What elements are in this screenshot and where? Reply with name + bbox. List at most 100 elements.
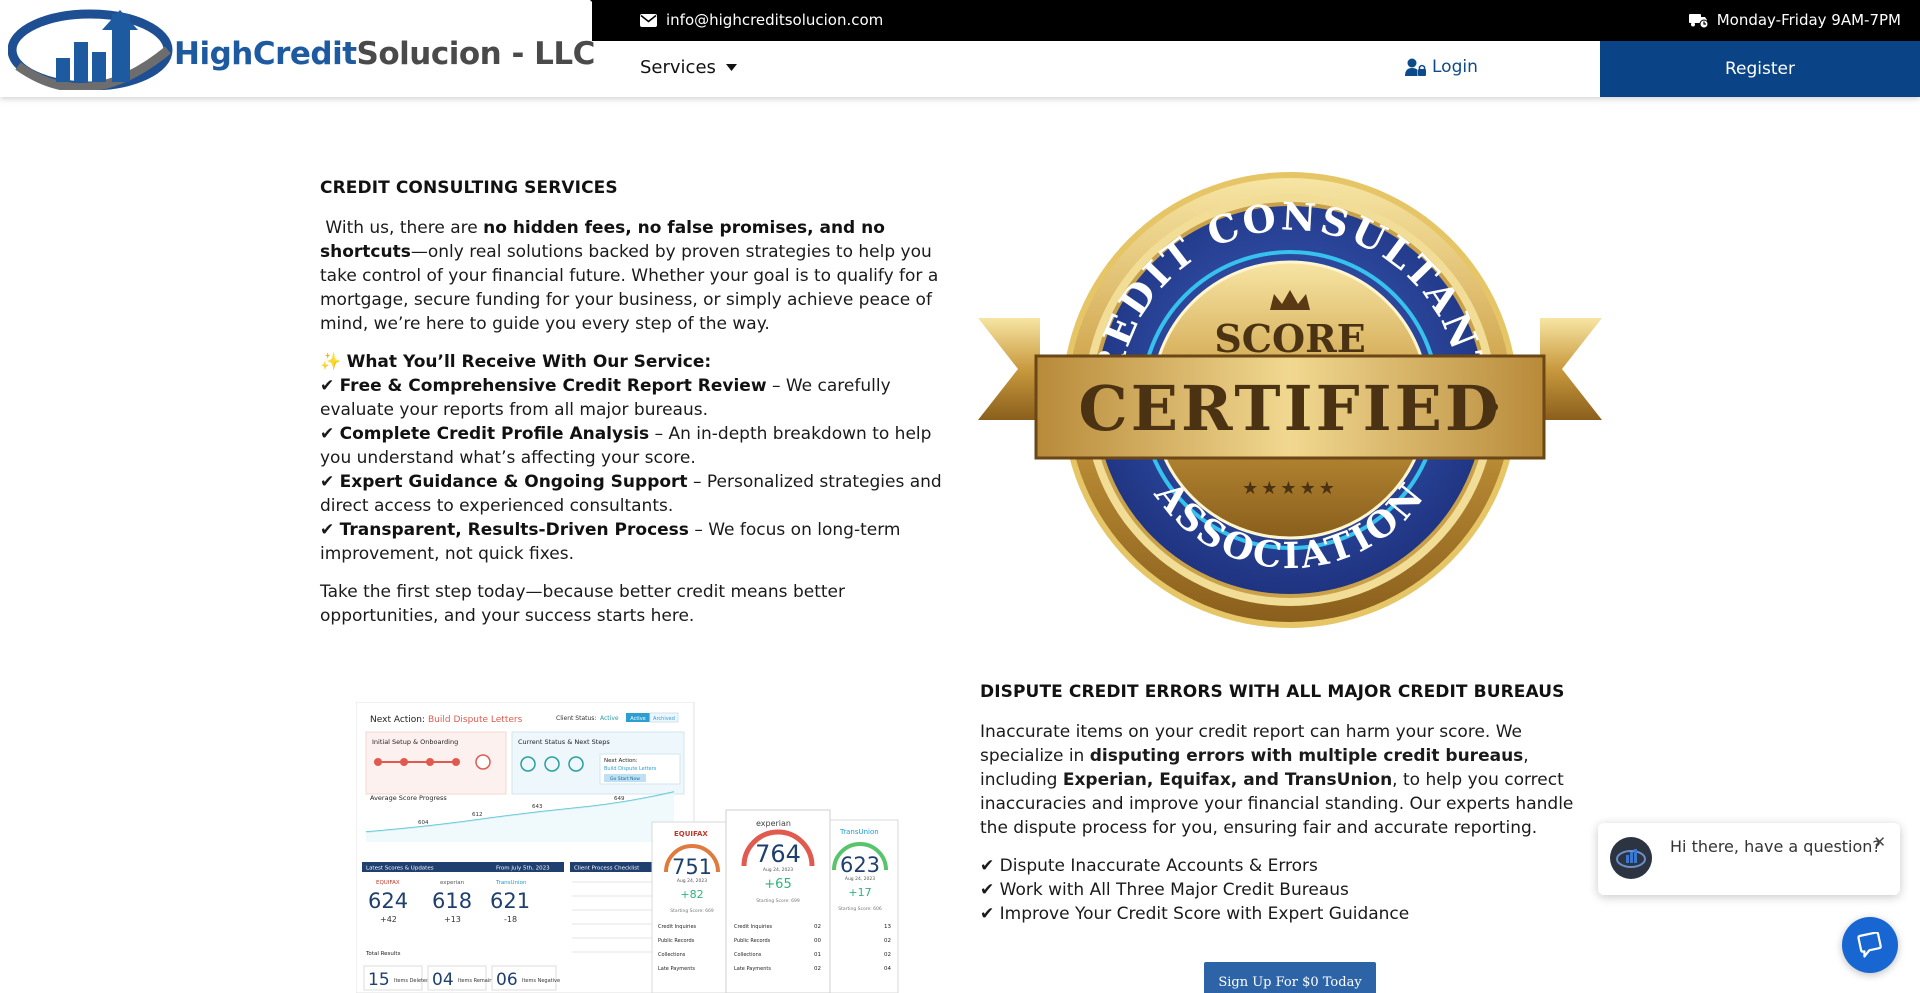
logo-wordmark: HighCreditSolucion - LLC: [174, 36, 595, 72]
chat-launcher-button[interactable]: [1842, 917, 1898, 973]
card-bureau: experian: [756, 819, 791, 828]
dash-small-bureau: experian: [440, 880, 465, 886]
card-row-label: Public Records: [658, 938, 695, 944]
dash-small-score: 621: [490, 889, 530, 913]
nav-services-dropdown[interactable]: Services: [640, 57, 737, 78]
card-delta: +82: [680, 888, 703, 901]
dash-chart-point: 612: [472, 812, 483, 818]
receive-heading: What You’ll Receive With Our Service:: [346, 352, 712, 372]
bureau-card: TransUnion 623 Aug 24, 2023 +17 Starting…: [825, 819, 899, 993]
card-row-value: 02: [814, 966, 821, 972]
receive-item: ✔ Free & Comprehensive Credit Report Rev…: [320, 374, 942, 422]
business-hours: Monday-Friday 9AM-7PM: [1688, 10, 1901, 30]
contact-email-text[interactable]: info@highcreditsolucion.com: [666, 11, 883, 29]
receive-item-title: Complete Credit Profile Analysis: [339, 424, 650, 444]
sign-up-button[interactable]: Sign Up For $0 Today: [1204, 962, 1376, 993]
dash-start-now: Go Start Now: [610, 776, 640, 782]
dispute-description: Inaccurate items on your credit report c…: [980, 720, 1602, 840]
contact-email[interactable]: info@highcreditsolucion.com: [640, 10, 883, 30]
card-row-label: Public Records: [734, 938, 771, 944]
card-score: 623: [840, 853, 880, 877]
dash-result-num: 15: [368, 970, 390, 990]
checkmark-icon: ✔: [320, 424, 335, 444]
checkmark-icon: ✔: [980, 856, 995, 876]
consulting-intro: With us, there are no hidden fees, no fa…: [320, 216, 942, 336]
dash-next-action-value: Build Dispute Letters: [428, 715, 523, 725]
dash-client-status-label: Client Status:: [556, 715, 596, 722]
card-row-label: Credit Inquiries: [734, 924, 773, 930]
consulting-title: CREDIT CONSULTING SERVICES: [320, 178, 618, 198]
card-row-value: 02: [884, 938, 891, 944]
dash-next-action-box-label: Next Action:: [604, 758, 638, 764]
nav-services-label[interactable]: Services: [640, 57, 716, 78]
card-row-value: 04: [884, 966, 891, 972]
badge-certified-text: CERTIFIED: [1078, 372, 1501, 445]
checkmark-icon: ✔: [320, 520, 335, 540]
receive-item: ✔ Transparent, Results-Driven Process – …: [320, 518, 942, 566]
receive-item-title: Transparent, Results-Driven Process: [339, 520, 689, 540]
caret-down-icon[interactable]: [725, 64, 737, 71]
logo-name-part1: HighCredit: [174, 36, 357, 72]
dash-total-results: Total Results: [365, 951, 401, 957]
dash-steps-title: Current Status & Next Steps: [518, 738, 610, 746]
dispute-bullets: ✔ Dispute Inaccurate Accounts & Errors ✔…: [980, 854, 1602, 926]
card-score: 751: [672, 855, 712, 879]
login-label[interactable]: Login: [1432, 57, 1478, 77]
dash-toggle-archived: Archived: [653, 716, 675, 722]
receive-list: ✨ What You’ll Receive With Our Service: …: [320, 350, 942, 566]
login-link[interactable]: Login: [1405, 57, 1478, 77]
dispute-bullet: ✔ Work with All Three Major Credit Burea…: [980, 878, 1602, 902]
card-bureau: TransUnion: [839, 828, 879, 836]
ribbon-left-tail: [978, 318, 1040, 420]
dash-avg-score-title: Average Score Progress: [370, 794, 447, 802]
consulting-section: CREDIT CONSULTING SERVICES With us, ther…: [320, 176, 942, 642]
dispute-bullet-text: Dispute Inaccurate Accounts & Errors: [999, 856, 1318, 876]
dash-result-label: Items Remain: [458, 978, 492, 984]
chat-greeting-text: Hi there, have a question?: [1670, 837, 1881, 856]
chat-icon: [1857, 932, 1882, 958]
badge-stars: ★★★★★: [1242, 478, 1338, 499]
dash-setup-title: Initial Setup & Onboarding: [372, 738, 458, 746]
dash-next-action-label: Next Action:: [370, 715, 425, 725]
checkmark-icon: ✔: [980, 880, 995, 900]
business-hours-text: Monday-Friday 9AM-7PM: [1716, 11, 1901, 29]
card-starting: Starting Score: 699: [756, 898, 800, 904]
card-row-label: Late Payments: [658, 966, 695, 972]
register-button[interactable]: Register: [1600, 41, 1920, 97]
dash-result-num: 04: [432, 970, 454, 990]
card-row-label: Late Payments: [734, 966, 771, 972]
dash-chart-point: 643: [532, 804, 543, 810]
consulting-closing: Take the first step today—because better…: [320, 582, 845, 626]
checkmark-icon: ✔: [320, 376, 335, 396]
card-row-value: 00: [814, 938, 821, 944]
receive-item: ✔ Complete Credit Profile Analysis – An …: [320, 422, 942, 470]
dispute-desc-bold2: Experian, Equifax, and TransUnion: [1062, 770, 1393, 790]
receive-item: ✔ Expert Guidance & Ongoing Support – Pe…: [320, 470, 942, 518]
dash-next-action-box-value: Build Dispute Letters: [604, 766, 657, 772]
dash-small-delta: +42: [380, 915, 397, 924]
site-logo[interactable]: HighCreditSolucion - LLC: [8, 6, 608, 90]
card-starting: Starting Score: 669: [670, 908, 714, 914]
card-score: 764: [755, 840, 801, 868]
agent-logo-icon: [1616, 849, 1646, 868]
dispute-title: DISPUTE CREDIT ERRORS WITH ALL MAJOR CRE…: [980, 682, 1565, 702]
sparkles-icon: ✨: [320, 352, 342, 372]
dashboard-preview-image: Next Action: Build Dispute Letters Clien…: [356, 702, 899, 993]
dispute-bullet: ✔ Dispute Inaccurate Accounts & Errors: [980, 854, 1602, 878]
card-row-value: 13: [884, 924, 891, 930]
dash-small-bureau: EQUIFAX: [376, 880, 400, 886]
card-row-value: 01: [814, 952, 821, 958]
dash-chart-point: 649: [614, 796, 625, 802]
chat-greeting-bubble[interactable]: Hi there, have a question? ✕: [1598, 823, 1900, 895]
site-header: HighCreditSolucion - LLC info@highcredit…: [0, 0, 1920, 97]
dash-result-label: Items Deleted: [394, 978, 429, 984]
card-date: Aug 24, 2023: [845, 876, 875, 882]
badge-score-text: SCORE: [1214, 316, 1365, 361]
dash-chart-point: 604: [418, 820, 429, 826]
receive-item-title: Free & Comprehensive Credit Report Revie…: [339, 376, 767, 396]
card-bureau: EQUIFAX: [674, 830, 708, 838]
close-icon[interactable]: ✕: [1873, 833, 1886, 851]
user-lock-icon: [1405, 58, 1426, 76]
receive-heading-line: ✨ What You’ll Receive With Our Service:: [320, 350, 942, 374]
envelope-icon: [640, 13, 657, 27]
